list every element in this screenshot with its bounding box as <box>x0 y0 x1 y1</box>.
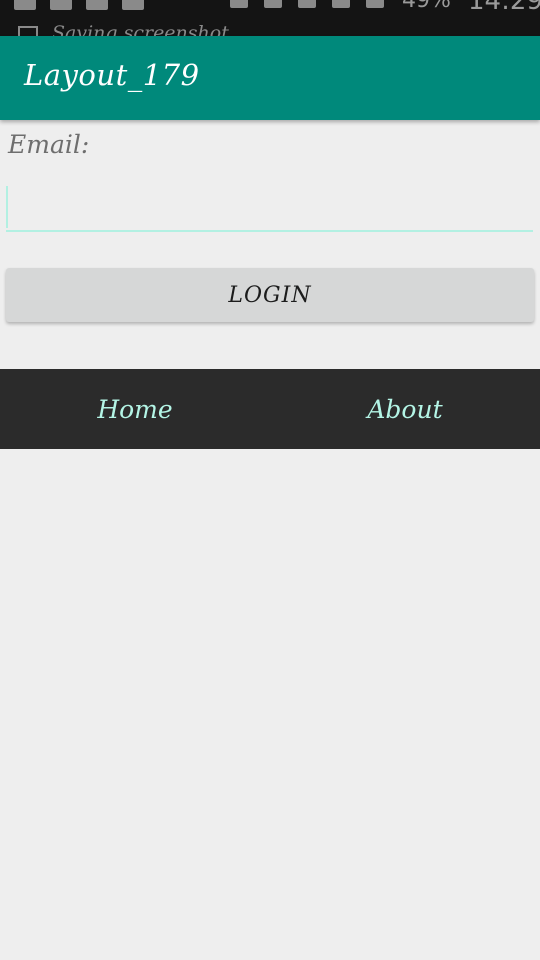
email-field[interactable] <box>6 182 533 232</box>
alert-icon <box>332 0 350 8</box>
app-title: Layout_179 <box>24 58 200 92</box>
status-bar: 49% 14:29 Saving screenshot... <box>0 0 540 36</box>
signal-info-icon <box>122 0 144 10</box>
nav-item-home[interactable]: Home <box>0 369 270 449</box>
nav-item-about[interactable]: About <box>270 369 540 449</box>
bottom-navigation: Home About <box>0 369 540 449</box>
screenshot-checkbox-icon <box>18 26 38 36</box>
data-transfer-icon <box>298 0 316 8</box>
mute-icon <box>264 0 282 8</box>
cell-signal-icon <box>366 0 384 8</box>
notification-text: Saving screenshot... <box>52 22 247 36</box>
email-label: Email: <box>8 130 90 159</box>
gallery-icon <box>50 0 72 10</box>
battery-percent: 49% <box>402 0 451 13</box>
system-icons <box>230 0 384 8</box>
text-cursor <box>6 186 8 228</box>
image-icon <box>14 0 36 10</box>
notification-icons <box>14 0 144 10</box>
app-bar: Layout_179 <box>0 36 540 120</box>
wifi-icon <box>86 0 108 10</box>
bluetooth-icon <box>230 0 248 8</box>
status-time: 14:29 <box>468 0 540 16</box>
login-button[interactable]: LOGIN <box>6 268 534 322</box>
